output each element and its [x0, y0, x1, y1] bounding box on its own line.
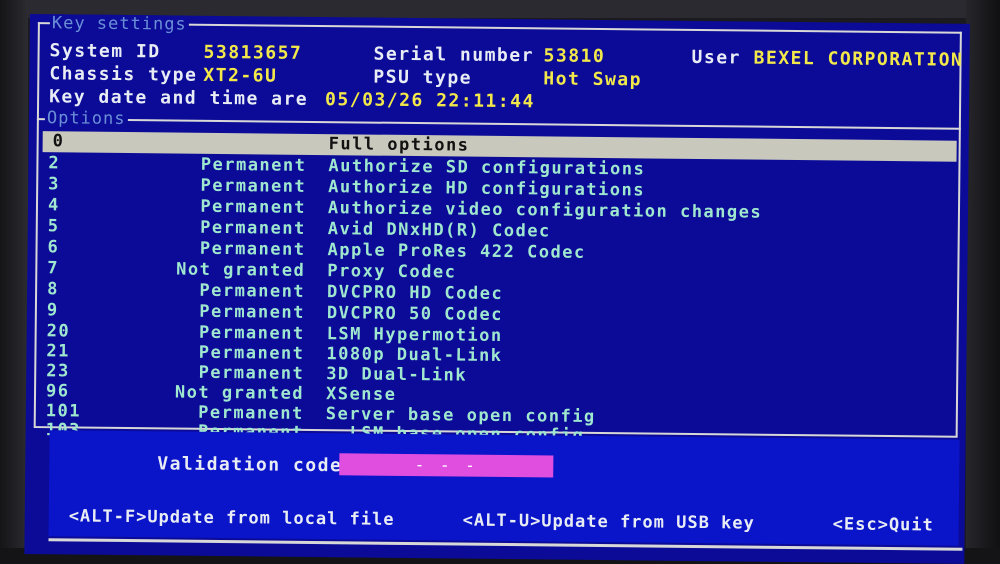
option-status: Not granted	[174, 382, 305, 404]
update-usb-key-hotkey[interactable]: <ALT-U>Update from USB key	[463, 511, 755, 534]
key-date-label: Key date and time are	[49, 86, 309, 110]
option-description: 1080p Dual-Link	[326, 344, 503, 366]
chassis-type-value: XT2-6U	[203, 64, 278, 87]
option-status: Permanent	[198, 362, 305, 384]
option-status: Permanent	[198, 342, 305, 364]
psu-type-label: PSU type	[373, 66, 473, 89]
options-title: Options	[44, 108, 128, 130]
option-number: 23	[46, 361, 70, 382]
system-id-label: System ID	[49, 40, 161, 63]
option-number: 20	[46, 321, 71, 342]
option-status: Permanent	[198, 322, 305, 344]
system-id-value: 53813657	[203, 41, 303, 64]
option-description: LSM Hypermotion	[326, 324, 503, 346]
serial-number-value: 53810	[543, 45, 606, 68]
validation-code-label: Validation code	[157, 453, 343, 477]
option-status: Permanent	[199, 280, 306, 302]
validation-panel: Validation code - - - <ALT-F>Update from…	[48, 430, 960, 546]
option-number: 0	[52, 131, 64, 152]
user-value: BEXEL CORPORATION	[753, 47, 964, 71]
option-status: Permanent	[200, 154, 307, 176]
option-description: Avid DNxHD(R) Codec	[327, 219, 551, 242]
update-local-file-hotkey[interactable]: <ALT-F>Update from local file	[69, 506, 395, 529]
option-description: DVCPRO HD Codec	[326, 282, 504, 304]
option-number: 2	[48, 153, 61, 174]
option-number: 7	[47, 258, 60, 279]
psu-type-value: Hot Swap	[543, 68, 643, 91]
monitor-bezel-right	[966, 0, 1000, 564]
key-settings-title: Key settings	[49, 13, 189, 35]
option-description: XSense	[325, 384, 397, 405]
option-description: 3D Dual-Link	[326, 364, 468, 386]
option-description: Full options	[328, 134, 470, 156]
option-status: Permanent	[200, 175, 307, 197]
option-status: Permanent	[199, 238, 306, 260]
option-status: Permanent	[199, 301, 305, 323]
option-description: Proxy Codec	[327, 261, 457, 283]
option-description: Apple ProRes 422 Codec	[327, 240, 586, 263]
option-number: 101	[45, 401, 82, 422]
option-description: Authorize SD configurations	[328, 156, 646, 180]
validation-code-input[interactable]: - - -	[339, 453, 554, 478]
key-date-value: 05/03/26 22:11:44	[325, 89, 535, 113]
option-number: 21	[46, 341, 71, 362]
serial-number-label: Serial number	[373, 43, 535, 67]
option-number: 3	[48, 174, 61, 195]
option-number: 8	[47, 279, 59, 300]
user-label: User	[691, 46, 742, 69]
quit-hotkey[interactable]: <Esc>Quit	[833, 514, 934, 535]
option-number: 5	[47, 216, 60, 237]
monitor-bezel-left	[0, 0, 28, 564]
option-number: 4	[47, 195, 60, 216]
license-screen: Key settings System ID 53813657 Serial n…	[24, 13, 970, 564]
option-status: Not granted	[176, 259, 306, 281]
option-description: Authorize HD configurations	[328, 177, 646, 201]
option-status: Permanent	[200, 217, 306, 239]
option-status: Permanent	[200, 196, 307, 218]
chassis-type-label: Chassis type	[49, 63, 198, 86]
option-number: 96	[45, 381, 70, 402]
option-description: DVCPRO 50 Codec	[326, 303, 504, 325]
option-number: 6	[47, 237, 60, 258]
option-number: 9	[46, 300, 59, 321]
